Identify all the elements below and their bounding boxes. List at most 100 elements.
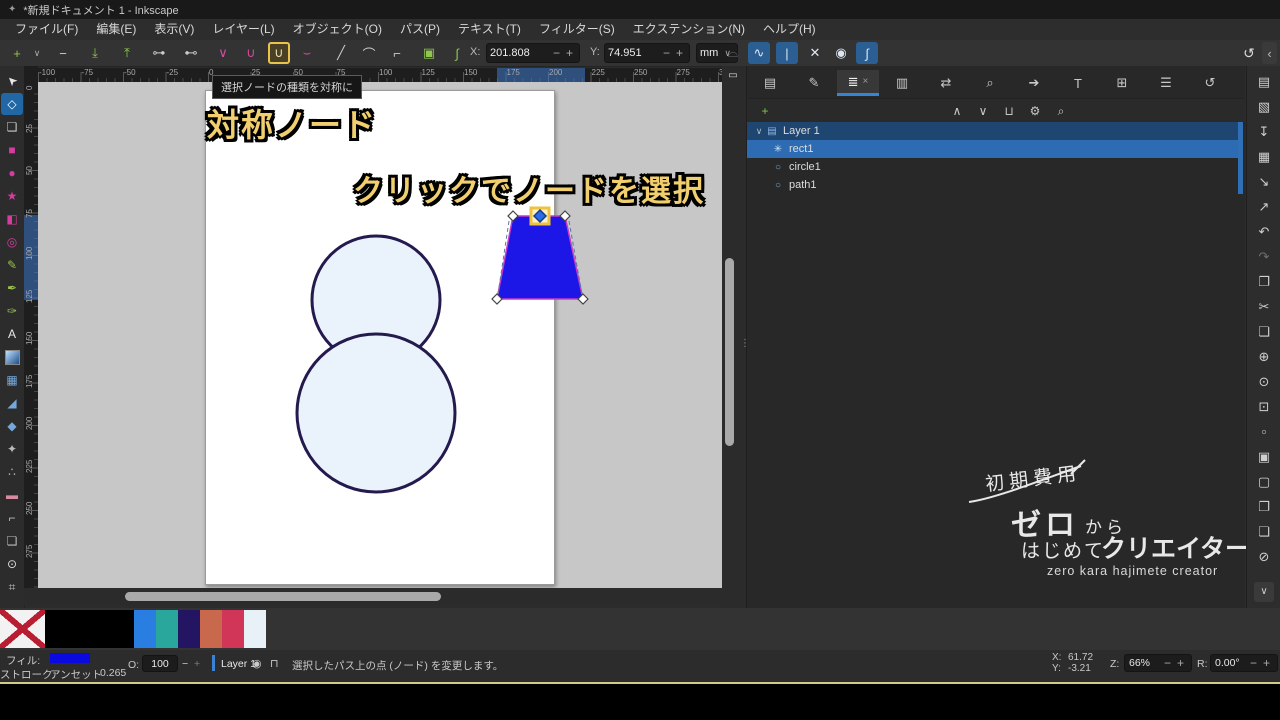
black-swatch[interactable] [45, 610, 89, 648]
find-replace-tab[interactable]: ⌕ [969, 70, 1011, 96]
path-menu[interactable]: パス(P) [391, 19, 449, 40]
zoom-page-button[interactable]: ⊡ [1254, 397, 1274, 417]
export-tab[interactable]: ➔ [1013, 70, 1055, 96]
box-3d-tool[interactable]: ◧ [1, 208, 23, 230]
blue-swatch[interactable] [134, 610, 156, 648]
text-tool[interactable]: A [1, 323, 23, 345]
stroke-value[interactable]: アンセット [50, 667, 102, 682]
shape-builder-tool[interactable]: ❏ [1, 116, 23, 138]
import-button[interactable]: ↘ [1254, 172, 1274, 192]
zoom-field[interactable]: 66% − + [1124, 654, 1192, 672]
unlink-clone-button[interactable]: ⊘ [1254, 547, 1274, 567]
search-objects-button[interactable]: ⌕ [1051, 102, 1071, 120]
export-button[interactable]: ↗ [1254, 197, 1274, 217]
pale-blue-swatch[interactable] [244, 610, 266, 648]
y-coordinate-field[interactable]: 74.951 − + [604, 43, 690, 63]
snap-controls-toggle[interactable]: ▭ [724, 69, 742, 82]
mesh-gradient-tool[interactable]: ▦ [1, 369, 23, 391]
paste-button[interactable]: ❏ [1254, 322, 1274, 342]
refresh-icon[interactable]: ↺ [1238, 42, 1260, 64]
ungroup-button[interactable]: ▢ [1254, 472, 1274, 492]
calligraphy-tool[interactable]: ✑ [1, 300, 23, 322]
objects-tab[interactable]: ☰ [1145, 70, 1187, 96]
layer-row-layer1[interactable]: ∨ ▤ Layer 1 [747, 122, 1238, 140]
zoom-increment-button[interactable]: + [1174, 656, 1187, 670]
coral-swatch[interactable] [200, 610, 222, 648]
vertical-scrollbar-thumb[interactable] [725, 258, 734, 446]
layer-visibility-eye-icon[interactable]: ◉ [252, 657, 262, 670]
pencil-tool[interactable]: ✎ [1, 254, 23, 276]
show-bezier-handles-toggle[interactable]: ∿ [748, 42, 770, 64]
show-path-outline-toggle[interactable]: ∫ [856, 42, 878, 64]
make-auto-smooth-button[interactable]: ⌣ [296, 42, 318, 64]
move-down-button[interactable]: ∨ [973, 102, 993, 120]
object-menu[interactable]: オブジェクト(O) [284, 19, 391, 40]
object-to-path-button[interactable]: ▣ [418, 42, 440, 64]
extensions-menu[interactable]: エクステンション(N) [624, 19, 754, 40]
copy-button[interactable]: ❐ [1254, 272, 1274, 292]
paint-bucket-tool[interactable]: ◆ [1, 415, 23, 437]
rotation-increment-button[interactable]: + [1260, 656, 1273, 670]
zoom-tool[interactable]: ⊙ [1, 553, 23, 575]
delete-segment-button[interactable]: ⊷ [180, 42, 202, 64]
layers-objects-tab[interactable]: ≣ × [837, 70, 879, 96]
cut-button[interactable]: ✂ [1254, 297, 1274, 317]
layer-lock-icon[interactable]: ⊓ [270, 657, 279, 670]
opacity-increment-button[interactable]: + [194, 658, 200, 670]
opacity-decrement-button[interactable]: − [182, 658, 188, 670]
selection-frame-button[interactable]: ▫ [1254, 422, 1274, 442]
x-increment-button[interactable]: + [563, 46, 576, 60]
opacity-field[interactable]: 100 [142, 655, 178, 672]
filters-menu[interactable]: フィルター(S) [530, 19, 624, 40]
x-coordinate-value[interactable]: 201.808 [490, 47, 550, 59]
make-corner-button[interactable]: ∨ [212, 42, 234, 64]
tweak-tool[interactable]: ✦ [1, 438, 23, 460]
crimson-swatch[interactable] [222, 610, 244, 648]
new-document-button[interactable]: ▤ [1254, 72, 1274, 92]
eraser-tool[interactable]: ▬ [1, 484, 23, 506]
join-nodes-button[interactable]: ⤓ [84, 42, 106, 64]
node-tool[interactable]: ◇ [1, 93, 23, 115]
vertical-ruler[interactable]: 0 25 50 75 100 125 150 175 200 225 250 275 [24, 82, 38, 588]
gradient-tool[interactable] [1, 346, 23, 368]
rotation-decrement-button[interactable]: − [1247, 656, 1260, 670]
spray-tool[interactable]: ∴ [1, 461, 23, 483]
spiral-tool[interactable]: ◎ [1, 231, 23, 253]
delete-node-button[interactable]: − [52, 42, 74, 64]
text-menu[interactable]: テキスト(T) [449, 19, 530, 40]
join-with-segment-button[interactable]: ⊶ [148, 42, 170, 64]
star-tool[interactable]: ★ [1, 185, 23, 207]
navy-swatch[interactable] [178, 610, 200, 648]
object-row-rect1[interactable]: ✳ rect1 [747, 140, 1238, 158]
view-menu[interactable]: 表示(V) [145, 19, 203, 40]
measure-tool[interactable]: ⌗ [1, 576, 23, 598]
stroke-width-value[interactable]: 0.265 [100, 667, 126, 679]
connector-tool[interactable]: ⌐ [1, 507, 23, 529]
layer-menu[interactable]: レイヤー(L) [203, 19, 283, 40]
dropper-tool[interactable]: ◢ [1, 392, 23, 414]
teal-swatch[interactable] [156, 610, 178, 648]
fill-color-indicator[interactable] [50, 653, 90, 663]
insert-node-button[interactable]: + [6, 42, 28, 64]
print-button[interactable]: ▦ [1254, 147, 1274, 167]
x-coordinate-field[interactable]: 201.808 − + [486, 43, 580, 63]
duplicate-button[interactable]: ❐ [1254, 497, 1274, 517]
fill-stroke-tab[interactable]: ✎ [793, 70, 835, 96]
layers-objects-tab-close-icon[interactable]: × [863, 76, 869, 87]
x-ray-mode-toggle[interactable]: ◉ [830, 42, 852, 64]
zoom-selection-button[interactable]: ⊕ [1254, 347, 1274, 367]
make-corner-segment-button[interactable]: ⌐ [386, 42, 408, 64]
path1-shape[interactable] [295, 332, 457, 494]
canvas[interactable] [38, 82, 722, 588]
horizontal-scrollbar-thumb[interactable] [125, 592, 441, 601]
document-properties-tab[interactable]: ▤ [749, 70, 791, 96]
help-menu[interactable]: ヘルプ(H) [754, 19, 825, 40]
stroke-to-path-button[interactable]: ∫ [446, 42, 468, 64]
list-scroll-indicator[interactable] [1238, 122, 1243, 194]
make-smooth-button[interactable]: ∪ [240, 42, 262, 64]
ellipse-tool[interactable]: ● [1, 162, 23, 184]
make-curve-button[interactable]: ⌒ [358, 42, 380, 64]
file-menu[interactable]: ファイル(F) [6, 19, 87, 40]
y-decrement-button[interactable]: − [660, 46, 673, 60]
undo-history-tab[interactable]: ↺ [1189, 70, 1231, 96]
